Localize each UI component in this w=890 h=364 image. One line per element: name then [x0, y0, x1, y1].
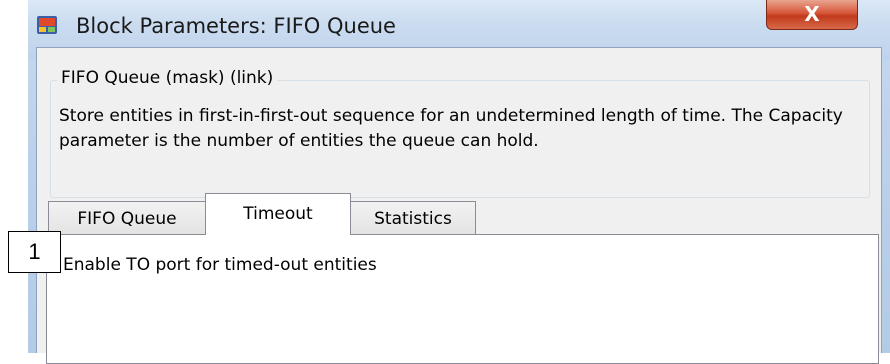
tab-statistics[interactable]: Statistics	[350, 201, 476, 235]
tab-timeout[interactable]: Timeout	[205, 193, 351, 235]
enable-to-port-label[interactable]: Enable TO port for timed-out entities	[63, 255, 377, 275]
close-button[interactable]: X	[766, 0, 858, 30]
window-title: Block Parameters: FIFO Queue	[76, 14, 396, 38]
timeout-tab-panel	[46, 234, 879, 364]
dialog-client-area: FIFO Queue (mask) (link) Store entities …	[36, 47, 882, 364]
callout-label: 1	[8, 231, 61, 273]
block-description: Store entities in first-in-first-out seq…	[59, 106, 843, 151]
dialog-window: Block Parameters: FIFO Queue X FIFO Queu…	[28, 0, 890, 364]
simulink-block-icon	[37, 16, 57, 34]
group-title: FIFO Queue (mask) (link)	[57, 68, 278, 88]
tab-fifo-queue[interactable]: FIFO Queue	[48, 201, 206, 235]
